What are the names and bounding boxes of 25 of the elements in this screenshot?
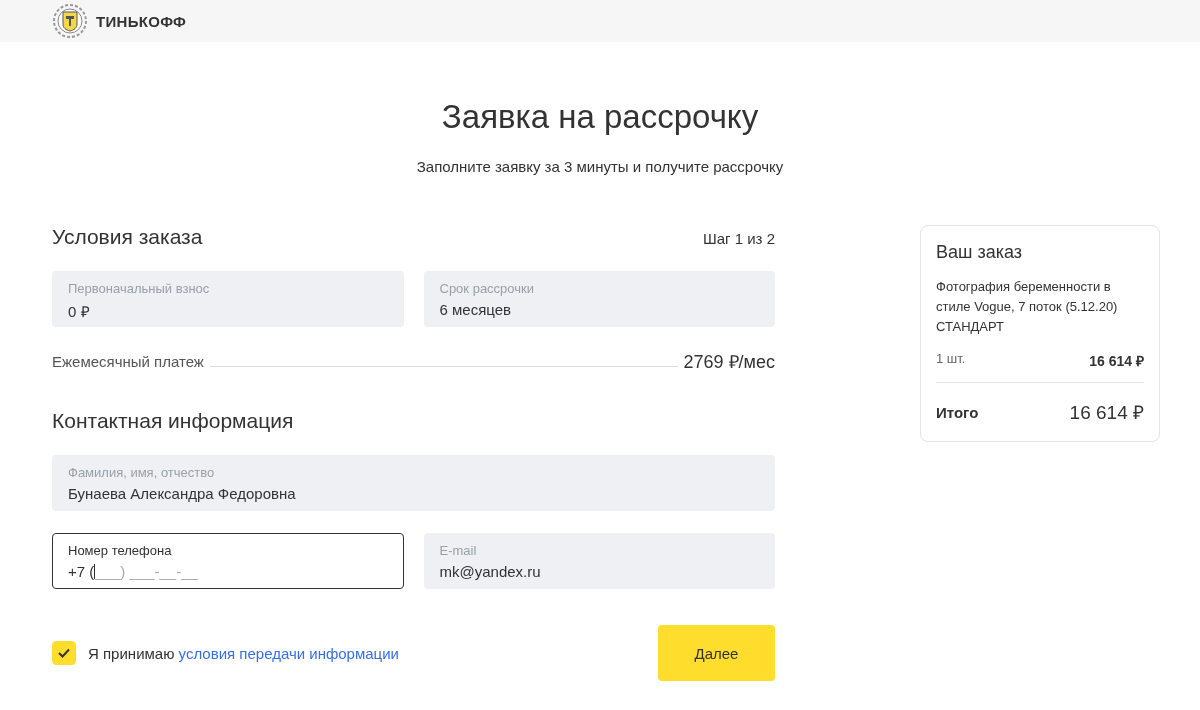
page-title: Заявка на рассрочку	[440, 98, 760, 136]
input-field[interactable]: Первоначальный взнос 0 ₽	[52, 271, 404, 327]
shield-logo-icon	[52, 3, 88, 39]
section-heading: Контактная информация	[52, 409, 295, 433]
checkmark-icon	[57, 647, 71, 659]
monthly-payment-label: Ежемесячный платеж	[52, 352, 204, 370]
next-button[interactable]: Далее	[658, 625, 775, 681]
item-quantity: 1 шт.	[936, 351, 966, 368]
checkbox[interactable]	[52, 641, 76, 665]
brand-name[interactable]: ТИНЬКОФФ	[96, 12, 187, 30]
page-subtitle: Заполните заявку за 3 минуты и получите рассрочку	[415, 158, 785, 175]
order-item-name: Фотография беременности в стиле Vogue, 7 поток (5.12.20) СТАНДАРТ	[936, 278, 1119, 336]
section-heading: Условия заказа	[52, 225, 203, 249]
step-indicator: Шаг 1 из 2	[703, 230, 775, 247]
input-field[interactable]: Номер телефона +7 (___) ___-__-__	[52, 533, 404, 589]
input-field[interactable]: Фамилия, имя, отчество Бунаева Александра Федоровна	[52, 455, 775, 511]
consent-text: Я принимаю условия передачи информации	[88, 644, 399, 662]
monthly-payment-value: 2769 ₽/мес	[683, 351, 775, 373]
terms-link[interactable]: условия передачи информации	[178, 644, 399, 662]
order-heading: Ваш заказ	[936, 242, 1024, 263]
input-field[interactable]: E-mail mk@yandex.ru	[423, 533, 775, 589]
total-price: 16 614 ₽	[1069, 401, 1144, 425]
item-price: 16 614 ₽	[1089, 352, 1144, 370]
input-field[interactable]: Срок рассрочки 6 месяцев	[423, 271, 775, 327]
total-label: Итого	[936, 403, 979, 421]
